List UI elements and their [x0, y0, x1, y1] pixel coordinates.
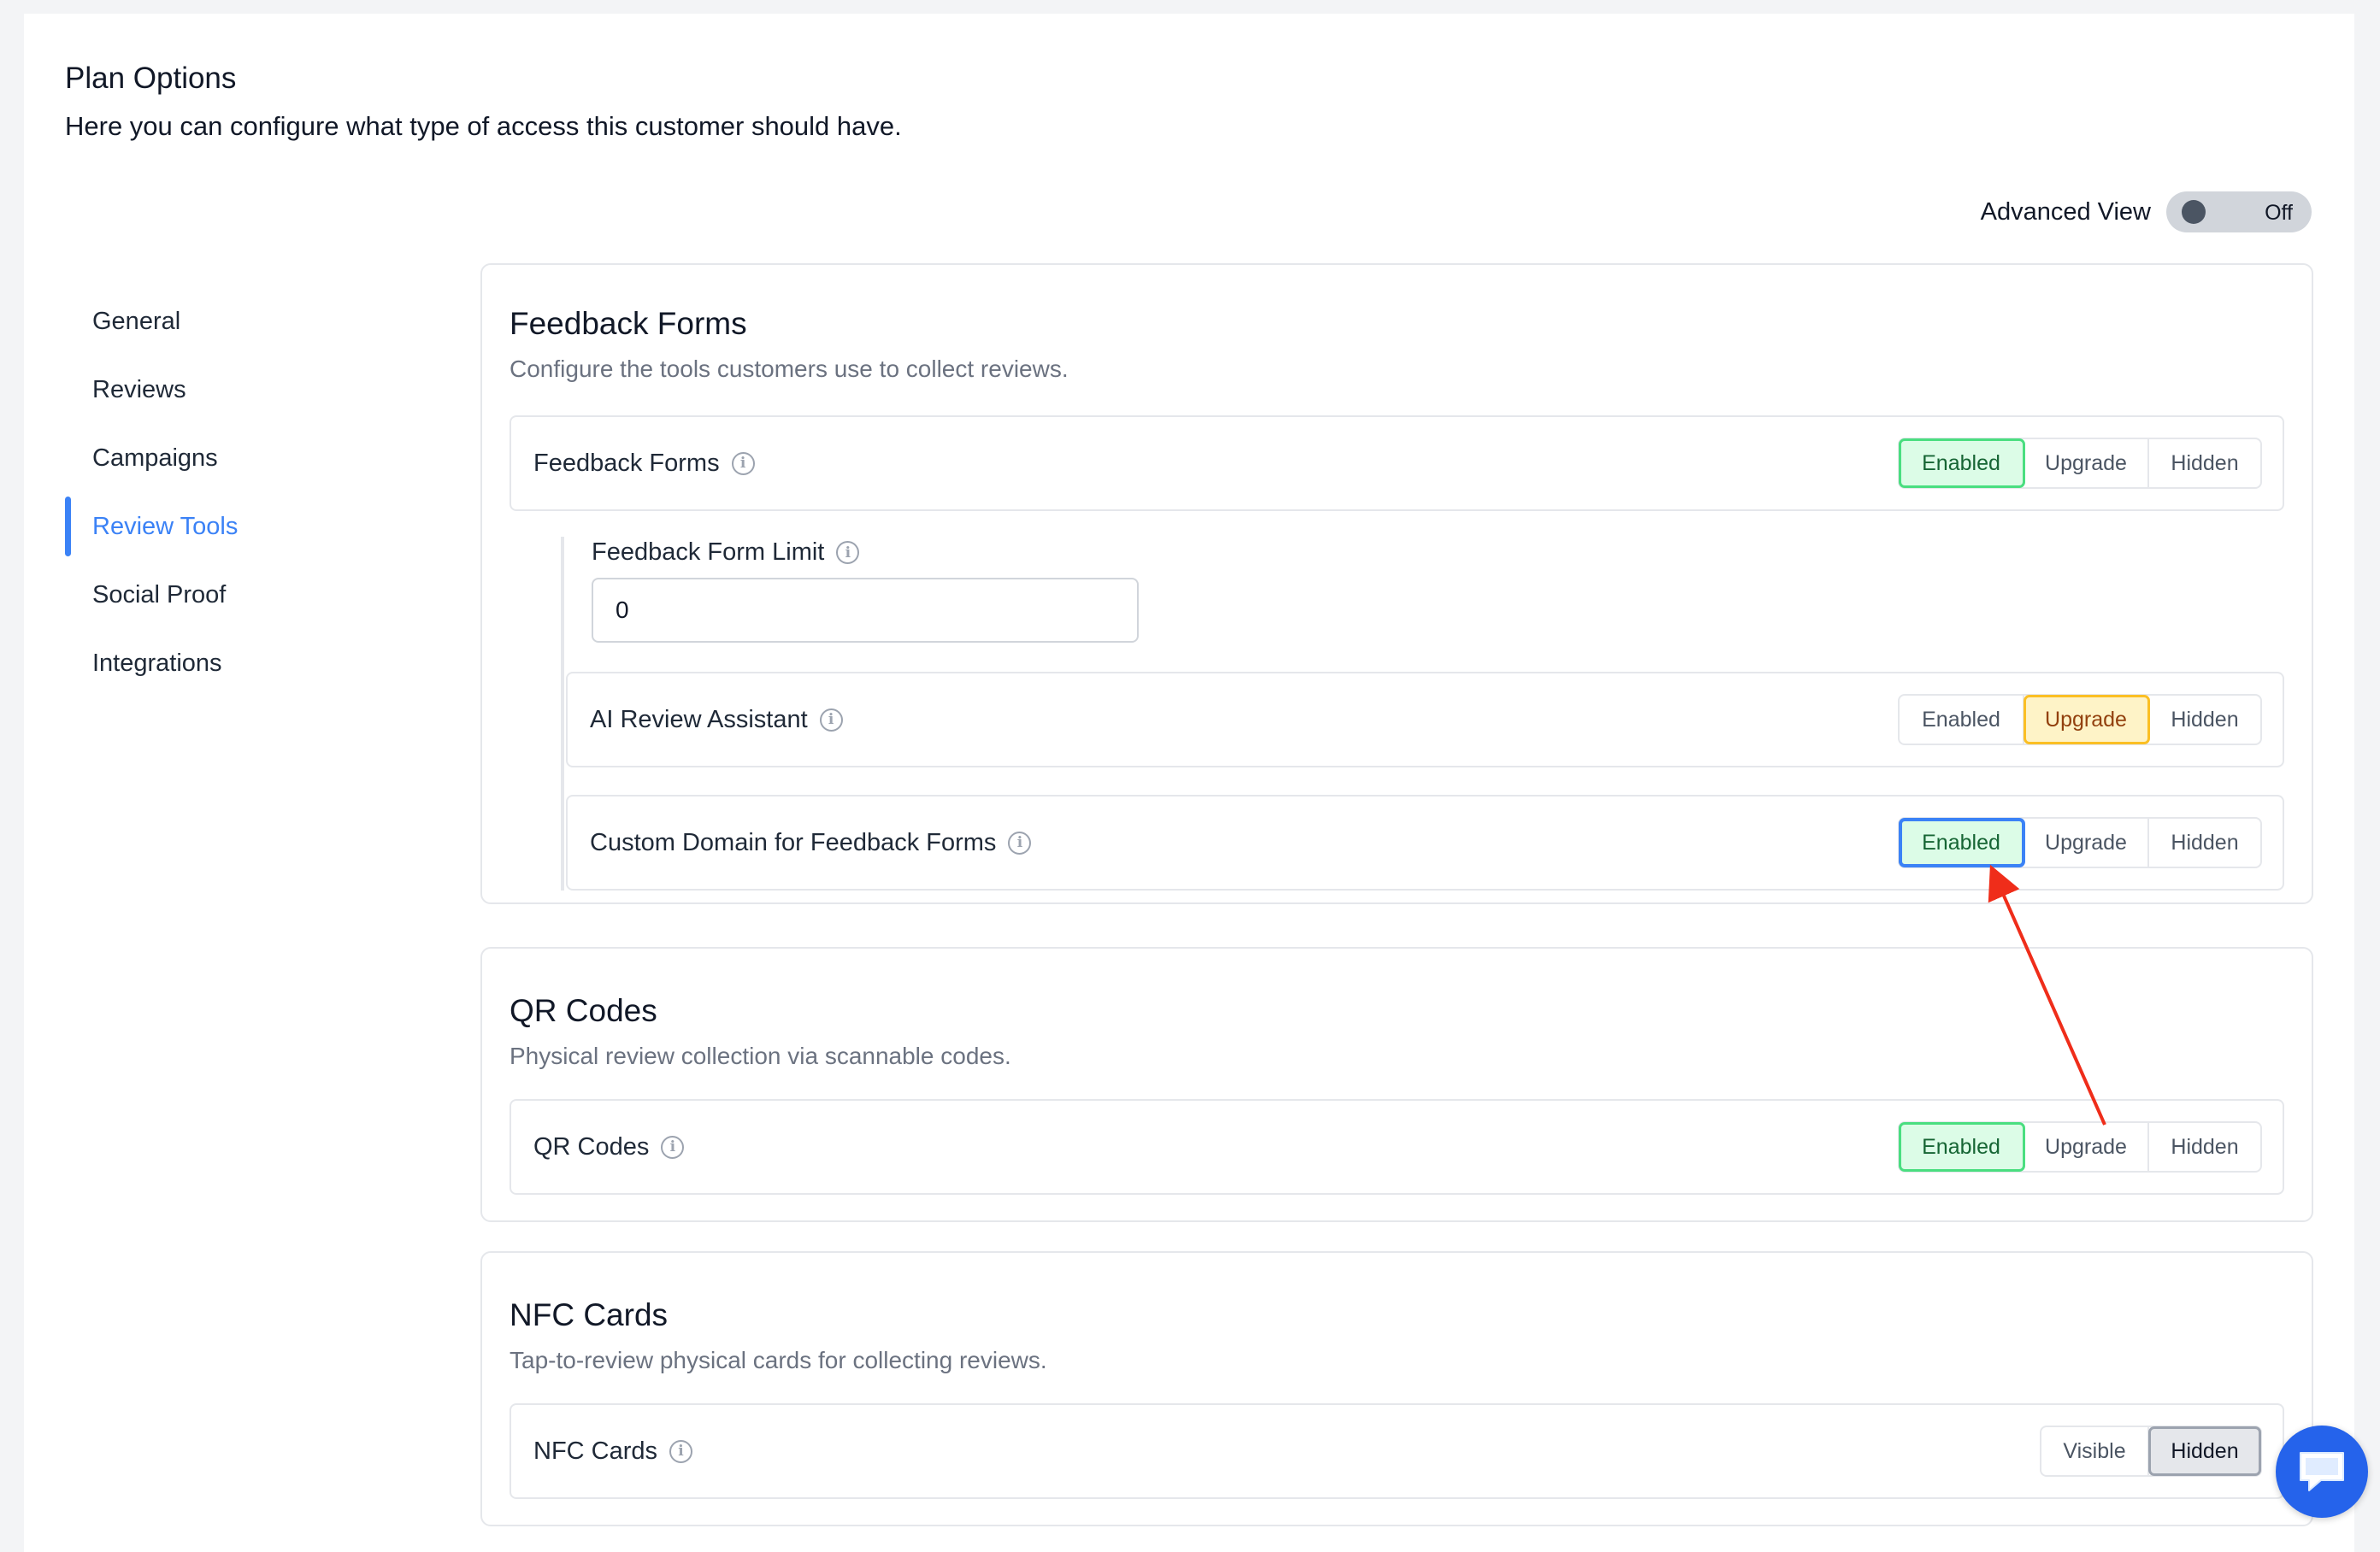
row-label: Custom Domain for Feedback Forms [590, 828, 997, 856]
row-label: QR Codes [533, 1132, 650, 1161]
plan-options-panel: Plan Options Here you can configure what… [24, 14, 2354, 1552]
option-enabled[interactable]: Enabled [1900, 696, 2024, 744]
option-enabled[interactable]: Enabled [1899, 438, 2025, 488]
row-label-group: QR Codes i [533, 1101, 685, 1193]
info-icon[interactable]: i [661, 1135, 685, 1159]
section-description: Tap-to-review physical cards for collect… [510, 1347, 1047, 1373]
info-icon[interactable]: i [731, 451, 755, 475]
section-title: NFC Cards [510, 1297, 669, 1332]
row-label: NFC Cards [533, 1437, 658, 1465]
sidebar-item-campaigns[interactable]: Campaigns [65, 424, 441, 492]
feedback-form-limit-label: Feedback Form Limit [592, 538, 825, 566]
nested-indent-bar [561, 537, 564, 891]
chat-icon [2300, 1452, 2344, 1491]
page-title: Plan Options [65, 62, 237, 95]
access-segmented-control: Enabled Upgrade Hidden [1898, 817, 2262, 868]
sidebar-item-integrations[interactable]: Integrations [65, 629, 441, 697]
row-label: Feedback Forms [533, 449, 720, 477]
info-icon[interactable]: i [1008, 831, 1032, 855]
option-hidden[interactable]: Hidden [2149, 819, 2260, 867]
option-hidden[interactable]: Hidden [2148, 1426, 2261, 1476]
row-label-group: NFC Cards i [533, 1405, 693, 1497]
nfc-cards-row: NFC Cards i Visible Hidden [510, 1403, 2284, 1499]
section-title: QR Codes [510, 993, 657, 1028]
access-segmented-control: Enabled Upgrade Hidden [1898, 1121, 2262, 1173]
sidebar-item-reviews[interactable]: Reviews [65, 356, 441, 424]
info-icon[interactable]: i [669, 1439, 693, 1463]
option-upgrade[interactable]: Upgrade [2024, 439, 2149, 487]
option-enabled[interactable]: Enabled [1899, 1122, 2025, 1172]
feedback-form-limit-label-group: Feedback Form Limit i [592, 538, 860, 567]
toggle-state-text: Off [2265, 201, 2293, 225]
section-description: Configure the tools customers use to col… [510, 356, 1069, 382]
access-segmented-control: Enabled Upgrade Hidden [1898, 438, 2262, 489]
qr-codes-row: QR Codes i Enabled Upgrade Hidden [510, 1099, 2284, 1195]
sidebar-item-general[interactable]: General [65, 287, 441, 356]
row-label-group: Feedback Forms i [533, 417, 755, 509]
feedback-forms-row: Feedback Forms i Enabled Upgrade Hidden [510, 415, 2284, 511]
option-hidden[interactable]: Hidden [2149, 696, 2260, 744]
qr-codes-section: QR Codes Physical review collection via … [480, 947, 2313, 1222]
advanced-view-control: Advanced View Off [1981, 191, 2312, 232]
option-hidden[interactable]: Hidden [2149, 1123, 2260, 1171]
access-segmented-control: Enabled Upgrade Hidden [1898, 694, 2262, 745]
feedback-form-limit-input[interactable] [592, 578, 1139, 643]
row-label-group: Custom Domain for Feedback Forms i [590, 797, 1032, 889]
sidebar-item-review-tools[interactable]: Review Tools [65, 492, 441, 561]
row-label: AI Review Assistant [590, 705, 808, 733]
sidebar-item-social-proof[interactable]: Social Proof [65, 561, 441, 629]
section-title: Feedback Forms [510, 306, 747, 341]
option-upgrade[interactable]: Upgrade [2024, 1123, 2149, 1171]
info-icon[interactable]: i [819, 708, 843, 732]
info-icon[interactable]: i [836, 541, 860, 564]
advanced-view-label: Advanced View [1980, 197, 2151, 226]
ai-review-assistant-row: AI Review Assistant i Enabled Upgrade Hi… [566, 672, 2284, 767]
visibility-segmented-control: Visible Hidden [2040, 1426, 2262, 1477]
page-subtitle: Here you can configure what type of acce… [65, 111, 902, 141]
settings-sidebar: General Reviews Campaigns Review Tools S… [65, 287, 441, 697]
custom-domain-row: Custom Domain for Feedback Forms i Enabl… [566, 795, 2284, 891]
section-description: Physical review collection via scannable… [510, 1043, 1011, 1069]
toggle-knob [2182, 200, 2206, 224]
row-label-group: AI Review Assistant i [590, 673, 843, 766]
option-hidden[interactable]: Hidden [2149, 439, 2260, 487]
option-visible[interactable]: Visible [2041, 1427, 2149, 1475]
option-upgrade[interactable]: Upgrade [2024, 695, 2150, 744]
advanced-view-toggle[interactable]: Off [2166, 191, 2312, 232]
option-upgrade[interactable]: Upgrade [2024, 819, 2149, 867]
chat-button[interactable] [2276, 1426, 2368, 1518]
nfc-cards-section: NFC Cards Tap-to-review physical cards f… [480, 1251, 2313, 1526]
option-enabled[interactable]: Enabled [1899, 818, 2025, 867]
